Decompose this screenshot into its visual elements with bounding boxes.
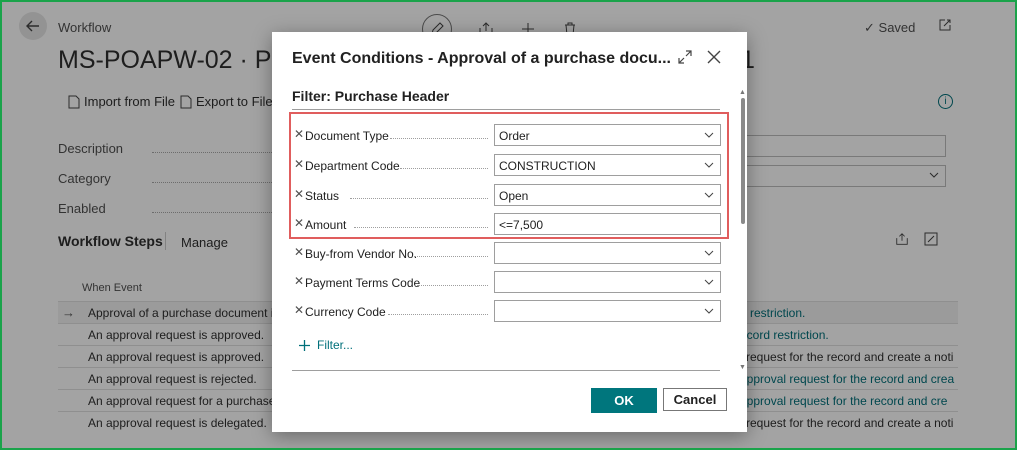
- remove-filter-icon[interactable]: ✕: [294, 245, 304, 259]
- scroll-down-arrow[interactable]: ▼: [739, 364, 746, 371]
- scroll-thumb[interactable]: [741, 98, 745, 224]
- filter-row-buy-from-vendor: ✕ Buy-from Vendor No.: [292, 241, 722, 267]
- remove-filter-icon[interactable]: ✕: [294, 274, 304, 288]
- leader-dots: [414, 285, 488, 286]
- cancel-button[interactable]: Cancel: [663, 388, 727, 411]
- expand-dialog-button[interactable]: [678, 50, 692, 69]
- filter-subtitle: Filter: Purchase Header: [292, 88, 450, 104]
- ok-button[interactable]: OK: [591, 388, 657, 413]
- divider: [292, 109, 720, 110]
- currency-code-select[interactable]: [494, 300, 721, 322]
- chevron-down-icon: [704, 279, 714, 285]
- divider: [292, 370, 720, 371]
- leader-dots: [388, 314, 488, 315]
- close-icon: [707, 50, 721, 64]
- expand-arrows-icon: [678, 50, 692, 64]
- remove-filter-icon[interactable]: ✕: [294, 303, 304, 317]
- plus-icon: [299, 339, 310, 351]
- dialog-title: Event Conditions - Approval of a purchas…: [292, 50, 671, 67]
- close-dialog-button[interactable]: [706, 49, 722, 70]
- event-conditions-dialog: Event Conditions - Approval of a purchas…: [272, 32, 747, 432]
- chevron-down-icon: [704, 250, 714, 256]
- leader-dots: [414, 256, 488, 257]
- add-filter-button[interactable]: Filter...: [298, 338, 353, 352]
- filter-row-currency-code: ✕ Currency Code: [292, 299, 722, 325]
- filter-row-payment-terms: ✕ Payment Terms Code: [292, 270, 722, 296]
- buy-from-vendor-select[interactable]: [494, 242, 721, 264]
- payment-terms-select[interactable]: [494, 271, 721, 293]
- highlight-box: [289, 112, 729, 239]
- chevron-down-icon: [704, 308, 714, 314]
- screenshot-frame: Workflow MS-POAPW-02 · Purc 1 ✓ Saved Im…: [0, 0, 1017, 450]
